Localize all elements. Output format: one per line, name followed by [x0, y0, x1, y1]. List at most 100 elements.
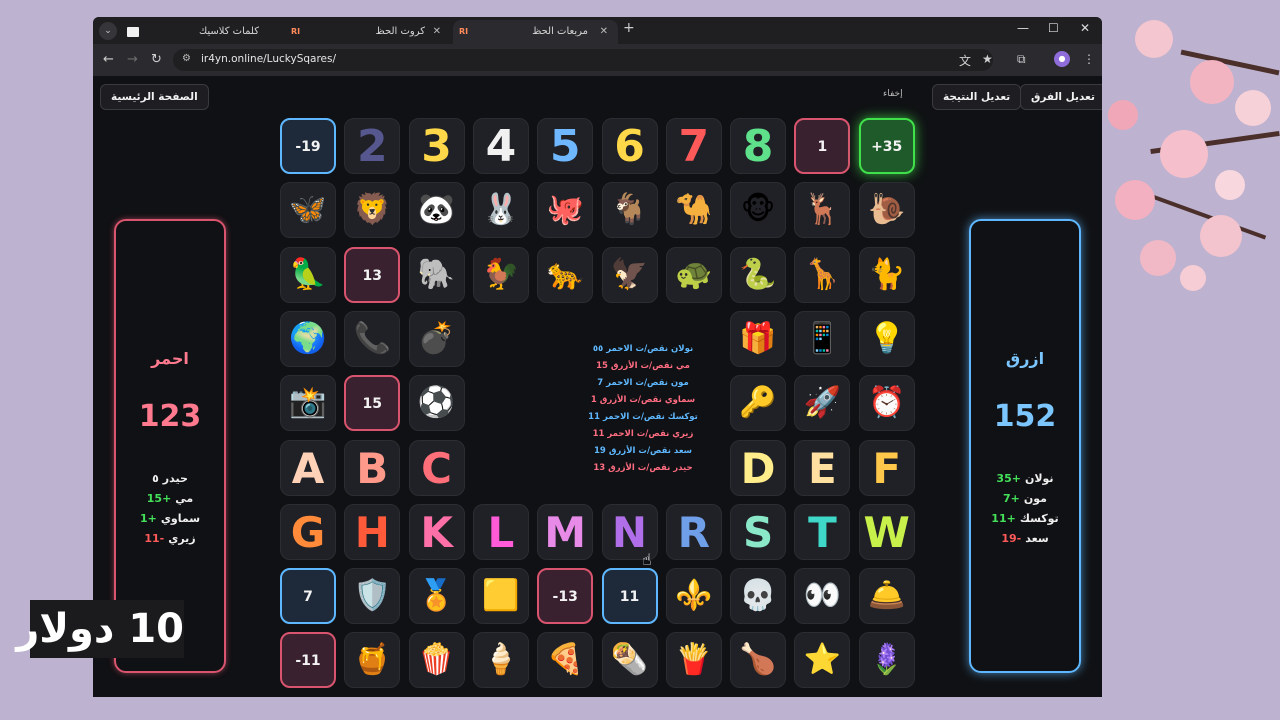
number-square[interactable]: 3	[408, 118, 465, 174]
letter-square[interactable]: K	[408, 503, 465, 560]
emoji-square[interactable]: 🦋	[280, 182, 336, 239]
maximize-icon[interactable]: ☐	[1048, 21, 1059, 35]
emoji-square[interactable]: 💡	[858, 310, 915, 367]
letter-square[interactable]: G	[280, 503, 336, 560]
revealed-value-square[interactable]: -19	[280, 118, 336, 174]
emoji-square[interactable]: 🍦	[472, 632, 529, 689]
emoji-square[interactable]: 🐆	[537, 246, 594, 303]
emoji-square[interactable]: 🐓	[472, 246, 529, 303]
letter-square[interactable]: F	[858, 439, 915, 496]
emoji-square[interactable]: 🍯	[344, 632, 401, 689]
letter-square[interactable]: S	[730, 503, 787, 560]
emoji-square[interactable]: 🌍	[280, 310, 336, 367]
emoji-square[interactable]: 🐢	[665, 246, 722, 303]
emoji-square[interactable]: 🔑	[730, 375, 787, 432]
emoji-square[interactable]: 🐼	[408, 182, 465, 239]
letter-square[interactable]: R	[665, 503, 722, 560]
menu-icon[interactable]: ⋮	[1083, 52, 1095, 66]
revealed-value-square[interactable]: 11	[601, 568, 658, 625]
number-square[interactable]: 5	[537, 118, 594, 174]
revealed-value-square[interactable]: 1	[794, 118, 851, 174]
emoji-square[interactable]: 🍕	[537, 632, 594, 689]
emoji-square[interactable]: 🦅	[601, 246, 658, 303]
emoji-square[interactable]: 🐍	[730, 246, 787, 303]
letter-square[interactable]: H	[344, 503, 401, 560]
number-square[interactable]: 8	[730, 118, 787, 174]
revealed-value-square[interactable]: 15	[344, 375, 401, 432]
letter-square[interactable]: C	[408, 439, 465, 496]
forward-icon[interactable]: →	[127, 52, 138, 67]
emoji-square[interactable]: 🐐	[601, 182, 658, 239]
revealed-value-square[interactable]: +35	[858, 118, 915, 174]
emoji-square[interactable]: 🏅	[408, 568, 465, 625]
emoji-square[interactable]: 🍿	[408, 632, 465, 689]
close-window-icon[interactable]: ✕	[1080, 21, 1090, 35]
back-icon[interactable]: ←	[103, 52, 114, 67]
emoji-square[interactable]: 👀	[794, 568, 851, 625]
emoji-square[interactable]: 🚀	[794, 375, 851, 432]
revealed-value-square[interactable]: -11	[280, 632, 336, 689]
extensions-icon[interactable]: ⧉	[1017, 52, 1026, 67]
tab-close-icon[interactable]: ✕	[600, 20, 608, 44]
letter-square[interactable]: D	[730, 439, 787, 496]
emoji-square[interactable]: ⚽	[408, 375, 465, 432]
url-field[interactable]: ⚙ ir4yn.online/LuckySqares/	[173, 49, 993, 71]
emoji-square[interactable]: 🦒	[794, 246, 851, 303]
number-square[interactable]: 2	[344, 118, 401, 174]
emoji-square[interactable]: 🐰	[472, 182, 529, 239]
emoji-square[interactable]: 💀	[730, 568, 787, 625]
emoji-square[interactable]: 🌯	[601, 632, 658, 689]
letter-square[interactable]: T	[794, 503, 851, 560]
tab-classic-words[interactable]: كلمات كلاسيك	[125, 20, 265, 44]
revealed-value-square[interactable]: 7	[280, 568, 336, 625]
letter-square[interactable]: E	[794, 439, 851, 496]
emoji-square[interactable]: 🐙	[537, 182, 594, 239]
emoji-square[interactable]: 🐘	[408, 246, 465, 303]
bookmark-star-icon[interactable]: ★	[982, 52, 993, 66]
emoji-square[interactable]: 🛡️	[344, 568, 401, 625]
emoji-square[interactable]: 🐵	[730, 182, 787, 239]
letter-square[interactable]: A	[280, 439, 336, 496]
letter-square[interactable]: L	[472, 503, 529, 560]
hide-toggle[interactable]: إخفاء	[883, 89, 903, 99]
emoji-square[interactable]: 🦜	[280, 246, 336, 303]
emoji-square[interactable]: ⭐	[794, 632, 851, 689]
emoji-square[interactable]: 🪻	[858, 632, 915, 689]
number-square[interactable]: 6	[601, 118, 658, 174]
tab-search-icon[interactable]: ⌄	[99, 22, 117, 40]
minimize-icon[interactable]: —	[1017, 21, 1029, 35]
number-square[interactable]: 4	[472, 118, 529, 174]
edit-score-button[interactable]: تعديل النتيجة	[932, 84, 1022, 110]
revealed-value-square[interactable]: 13	[344, 246, 401, 303]
emoji-square[interactable]: 🐪	[665, 182, 722, 239]
tab-close-icon[interactable]: ✕	[433, 20, 441, 44]
site-settings-icon[interactable]: ⚙	[182, 53, 191, 64]
emoji-square[interactable]: 🦁	[344, 182, 401, 239]
emoji-square[interactable]: ⚜️	[665, 568, 722, 625]
home-button[interactable]: الصفحة الرئيسية	[100, 84, 209, 110]
letter-square[interactable]: W	[858, 503, 915, 560]
emoji-square[interactable]: 🟨	[472, 568, 529, 625]
emoji-square[interactable]: ⏰	[858, 375, 915, 432]
emoji-square[interactable]: 🐈	[858, 246, 915, 303]
revealed-value-square[interactable]: -13	[537, 568, 594, 625]
number-square[interactable]: 7	[665, 118, 722, 174]
translate-icon[interactable]: 文	[959, 52, 971, 69]
emoji-square[interactable]: 💣	[408, 310, 465, 367]
profile-avatar[interactable]: ●	[1054, 51, 1070, 67]
emoji-square[interactable]: 📞	[344, 310, 401, 367]
new-tab-icon[interactable]: +	[623, 20, 635, 36]
emoji-square[interactable]: 🍟	[665, 632, 722, 689]
letter-square[interactable]: M	[537, 503, 594, 560]
reload-icon[interactable]: ↻	[151, 52, 162, 67]
tab-luck-squares[interactable]: RI مربعات الحظ ✕	[453, 20, 618, 44]
emoji-square[interactable]: 📱	[794, 310, 851, 367]
emoji-square[interactable]: 🛎️	[858, 568, 915, 625]
emoji-square[interactable]: 🦌	[794, 182, 851, 239]
emoji-square[interactable]: 🎁	[730, 310, 787, 367]
emoji-square[interactable]: 🐌	[858, 182, 915, 239]
edit-teams-button[interactable]: تعديل الفرق	[1020, 84, 1102, 110]
letter-square[interactable]: B	[344, 439, 401, 496]
tab-luck-cards[interactable]: RI كروت الحظ ✕	[291, 20, 441, 44]
emoji-square[interactable]: 📸	[280, 375, 336, 432]
